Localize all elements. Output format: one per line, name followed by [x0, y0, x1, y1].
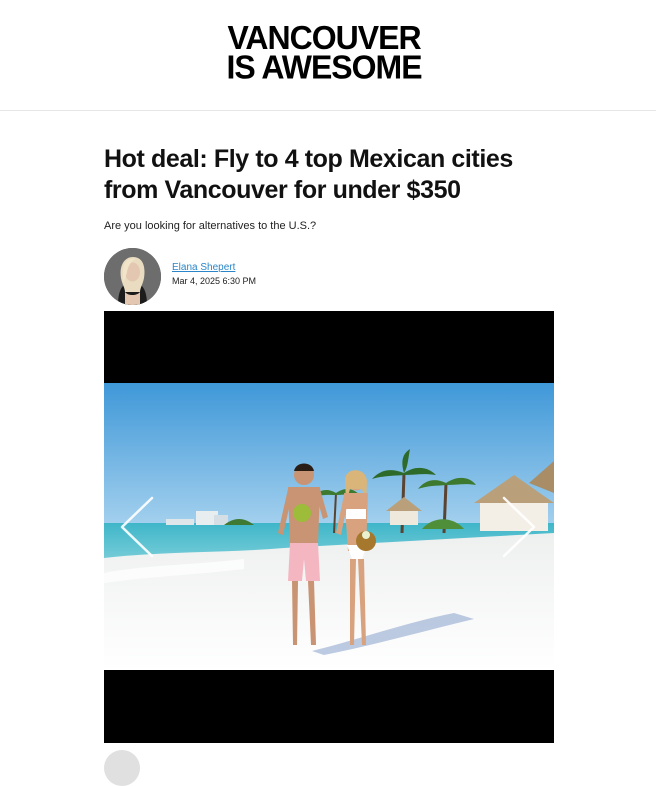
article-subtitle: Are you looking for alternatives to the … [104, 220, 317, 232]
site-logo[interactable]: VANCOUVER IS AWESOME [214, 21, 434, 86]
beach-couple-image [104, 383, 554, 670]
site-header: VANCOUVER IS AWESOME [0, 0, 656, 111]
author-photo [104, 248, 161, 305]
author-link[interactable]: Elana Shepert [172, 262, 235, 273]
article: Hot deal: Fly to 4 top Mexican cities fr… [104, 144, 554, 305]
article-title: Hot deal: Fly to 4 top Mexican cities fr… [104, 145, 513, 204]
byline: Elana Shepert Mar 4, 2025 6:30 PM [104, 248, 554, 306]
gallery-photo [104, 383, 554, 670]
publish-date: Mar 4, 2025 6:30 PM [172, 276, 257, 286]
photo-gallery [104, 311, 554, 743]
next-section-avatar [104, 750, 140, 786]
chevron-left-icon [120, 496, 154, 558]
author-avatar[interactable] [104, 248, 161, 305]
chevron-right-icon [502, 496, 536, 558]
gallery-next-button[interactable] [500, 496, 538, 558]
gallery-prev-button[interactable] [118, 496, 156, 558]
logo-line-2: IS AWESOME [226, 47, 422, 86]
